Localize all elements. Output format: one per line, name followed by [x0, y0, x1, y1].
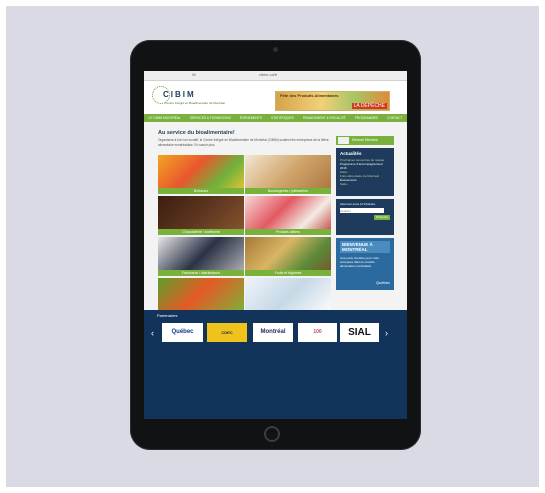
- url-text: cibim.ca/fr: [259, 72, 278, 77]
- chevron-left-icon[interactable]: ‹: [151, 328, 154, 338]
- member-button-label: Devenir Membre: [352, 138, 378, 142]
- site-logo[interactable]: CIBIM: [163, 90, 196, 99]
- partner-logo[interactable]: Montréal: [253, 323, 293, 342]
- nav-item[interactable]: STATISTIQUES: [271, 116, 294, 120]
- category-tile[interactable]: Boulangeries / pâtisseries: [245, 155, 331, 194]
- sidebar: Devenir Membre Actualités Prochaines ren…: [336, 136, 394, 290]
- category-tile[interactable]: Fruits et légumes: [245, 237, 331, 276]
- category-tile[interactable]: Fabricants / distributeurs: [158, 237, 244, 276]
- tablet-device: W cibim.ca/fr CIBIM Centre Intégré en Bi…: [130, 40, 421, 450]
- banner-brand: LA DÉPÊCHE: [351, 103, 387, 109]
- partners-footer: Partenaires ‹ Québec CDEC Montréal 100 S…: [144, 310, 407, 419]
- home-button[interactable]: [264, 426, 280, 442]
- website: CIBIM Centre Intégré en Bioalimentaire d…: [144, 81, 407, 419]
- become-member-button[interactable]: Devenir Membre: [336, 136, 394, 145]
- partners-label: Partenaires: [157, 313, 178, 318]
- tile-caption: Produits laitiers: [245, 229, 331, 235]
- chevron-right-icon[interactable]: ›: [385, 328, 388, 338]
- email-field[interactable]: [340, 208, 384, 213]
- page-title: Au service du bioalimentaire!: [158, 130, 235, 136]
- subscribe-button[interactable]: S'inscrire: [374, 215, 390, 220]
- news-link[interactable]: Programme d'accompagnement 2016: [340, 162, 390, 170]
- newsletter-label: Abonnez-vous à l'infolettre: [340, 202, 376, 206]
- newsletter-box: Abonnez-vous à l'infolettre S'inscrire: [336, 199, 394, 235]
- nav-item[interactable]: SERVICES & FORMATIONS: [190, 116, 231, 120]
- intro-text: Organisme à but non lucratif, le Centre …: [158, 138, 329, 147]
- main-nav: LE CIBIM MONTRÉAL SERVICES & FORMATIONS …: [144, 114, 407, 122]
- browser-url-bar[interactable]: W cibim.ca/fr: [144, 71, 407, 81]
- camera-icon: [273, 47, 278, 52]
- banner-text: Fête des Produits Alimentaires: [280, 93, 339, 98]
- promo-text: Une porte d'entrée pour votre entreprise…: [340, 256, 380, 268]
- partner-logo[interactable]: CDEC: [207, 323, 247, 342]
- nav-item[interactable]: FINANCEMENT & FISCALITÉ: [303, 116, 346, 120]
- category-tile[interactable]: Chocolaterie / confiserie: [158, 196, 244, 235]
- browser-tab[interactable]: W: [192, 72, 196, 77]
- tile-caption: Chocolaterie / confiserie: [158, 229, 244, 235]
- tile-caption: Fabricants / distributeurs: [158, 270, 244, 276]
- tile-caption: Fruits et légumes: [245, 270, 331, 276]
- member-card-icon: [338, 137, 349, 144]
- partner-logo[interactable]: 100: [298, 323, 337, 342]
- category-tile[interactable]: Boissons: [158, 155, 244, 194]
- site-header: CIBIM Centre Intégré en Bioalimentaire d…: [144, 81, 407, 114]
- partner-logo[interactable]: Québec: [162, 323, 203, 342]
- promo-title: BIENVENUE À MONTRÉAL: [340, 241, 390, 253]
- category-tile[interactable]: Produits laitiers: [245, 196, 331, 235]
- partner-logo[interactable]: SIAL: [340, 323, 379, 342]
- logo-subtitle: Centre Intégré en Bioalimentaire de Mont…: [165, 101, 225, 105]
- news-title: Actualités: [340, 151, 362, 156]
- nav-item[interactable]: CONTACT: [387, 116, 402, 120]
- nav-item[interactable]: ÉVÉNEMENTS: [240, 116, 262, 120]
- tile-caption: Boulangeries / pâtisseries: [245, 188, 331, 194]
- news-box: Actualités Prochaines rencontres du rése…: [336, 148, 394, 196]
- tile-caption: Boissons: [158, 188, 244, 194]
- nav-item[interactable]: PROGRAMMES: [355, 116, 378, 120]
- news-more-link[interactable]: Suite...: [340, 182, 390, 186]
- promo-box[interactable]: BIENVENUE À MONTRÉAL Une porte d'entrée …: [336, 238, 394, 290]
- header-banner[interactable]: Fête des Produits Alimentaires LA DÉPÊCH…: [275, 91, 390, 111]
- tablet-screen: W cibim.ca/fr CIBIM Centre Intégré en Bi…: [144, 71, 407, 419]
- promo-footer: Québec: [375, 280, 390, 285]
- nav-item[interactable]: LE CIBIM MONTRÉAL: [149, 116, 181, 120]
